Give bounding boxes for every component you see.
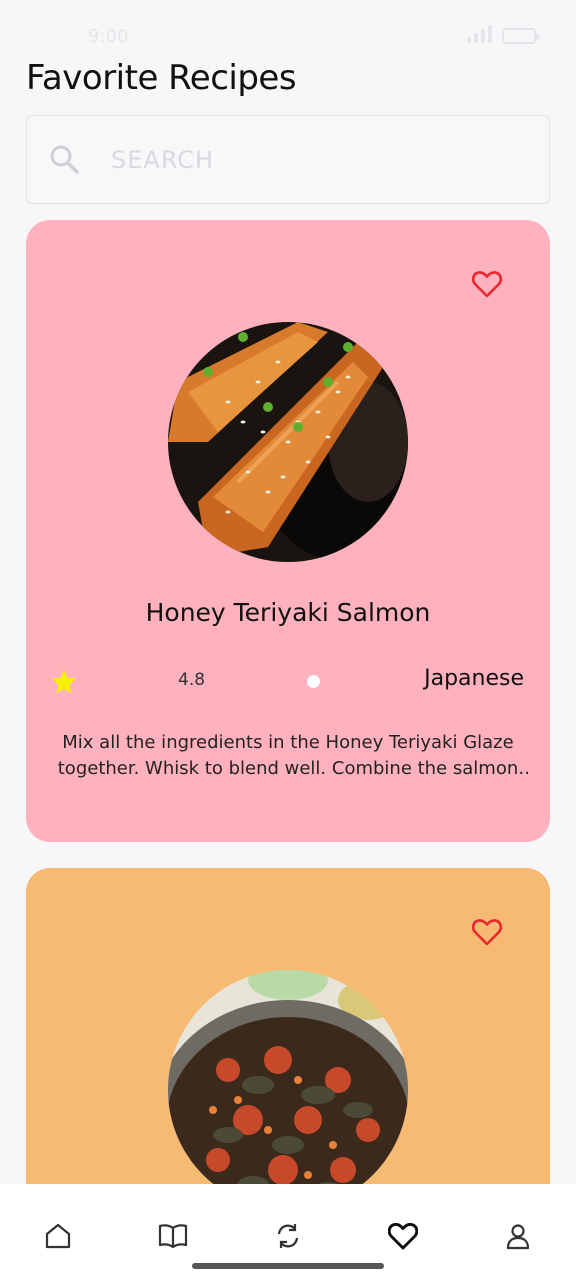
status-time: 9:00 bbox=[88, 25, 129, 47]
signal-icon bbox=[466, 24, 492, 48]
search-icon bbox=[50, 145, 79, 174]
page-title: Favorite Recipes bbox=[26, 58, 297, 98]
profile-icon bbox=[507, 1224, 530, 1250]
refresh-icon bbox=[277, 1224, 299, 1248]
heart-outline-icon[interactable] bbox=[472, 270, 502, 298]
star-icon bbox=[51, 669, 77, 694]
nav-profile[interactable] bbox=[498, 1216, 538, 1256]
home-icon bbox=[45, 1223, 70, 1249]
heart-icon bbox=[388, 1222, 419, 1250]
search-input[interactable]: SEARCH bbox=[26, 115, 550, 204]
cuisine-label: Japanese bbox=[424, 666, 524, 691]
recipe-description: Mix all the ingredients in the Honey Ter… bbox=[57, 732, 519, 779]
recipe-image bbox=[168, 970, 408, 1208]
heart-outline-icon[interactable] bbox=[472, 918, 502, 946]
search-placeholder: SEARCH bbox=[111, 146, 215, 174]
status-icons bbox=[466, 24, 539, 48]
recipe-card[interactable] bbox=[26, 868, 550, 1208]
home-indicator[interactable] bbox=[192, 1263, 384, 1269]
recipe-card[interactable]: Honey Teriyaki Salmon 4.8 Japanese Mix a… bbox=[26, 220, 550, 842]
nav-home[interactable] bbox=[38, 1216, 78, 1256]
nav-favorites[interactable] bbox=[383, 1216, 423, 1256]
recipe-title: Honey Teriyaki Salmon bbox=[145, 598, 431, 627]
battery-icon bbox=[502, 28, 539, 44]
rating-value: 4.8 bbox=[178, 670, 206, 690]
book-icon bbox=[158, 1224, 187, 1249]
recipe-image bbox=[168, 322, 408, 562]
nav-refresh[interactable] bbox=[268, 1216, 308, 1256]
nav-recipes[interactable] bbox=[153, 1216, 193, 1256]
separator-dot bbox=[307, 675, 320, 688]
